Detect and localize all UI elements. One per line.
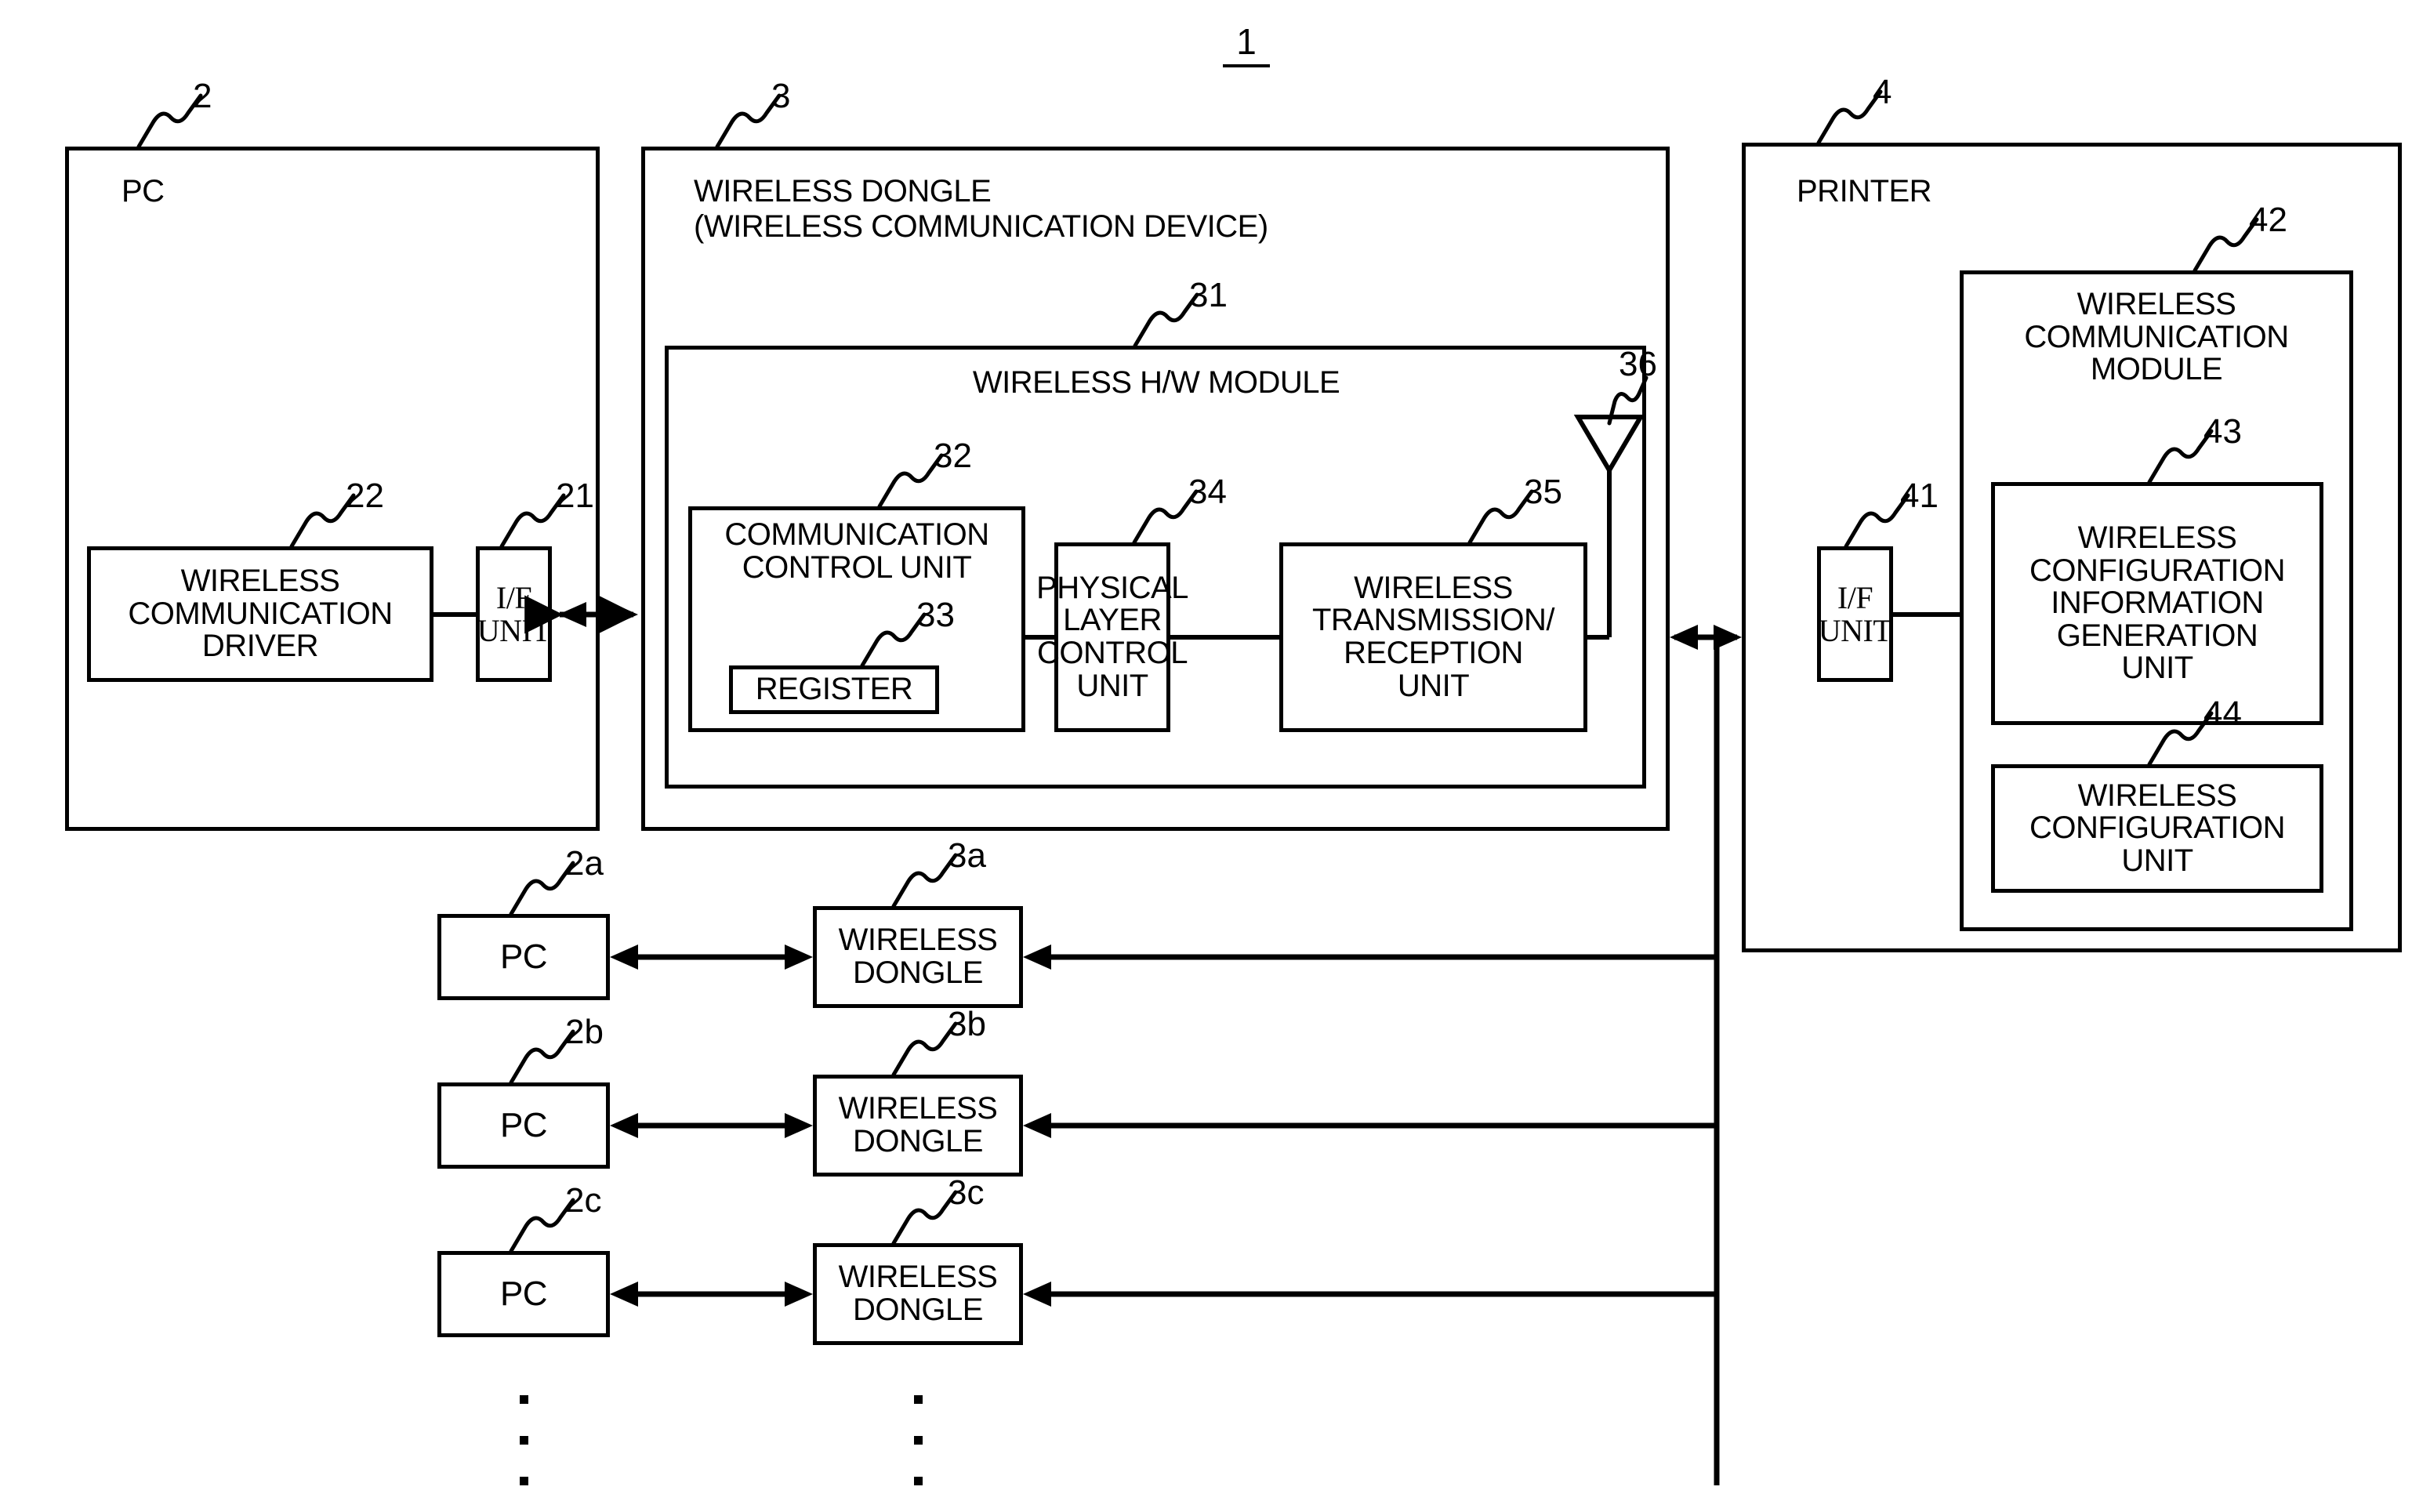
extra-pc-box-a: PC xyxy=(437,914,610,1000)
ref-numeral-3a: 3a xyxy=(948,836,986,875)
ref-numeral-31: 31 xyxy=(1189,276,1228,314)
wireless-configuration-unit-box: WIRELESS CONFIGURATION UNIT xyxy=(1991,764,2323,893)
ref-numeral-2a: 2a xyxy=(565,844,604,883)
ref-numeral-4: 4 xyxy=(1873,73,1892,111)
extra-dongle-box-a: WIRELESS DONGLE xyxy=(813,906,1023,1008)
extra-dongle-box-b: WIRELESS DONGLE xyxy=(813,1075,1023,1177)
extra-dongle-box-c: WIRELESS DONGLE xyxy=(813,1243,1023,1345)
extra-pc-label-c: PC xyxy=(499,1275,548,1314)
ref-numeral-3: 3 xyxy=(771,77,791,115)
wireless-communication-driver-box: WIRELESS COMMUNICATION DRIVER xyxy=(87,546,433,682)
extra-dongle-label-b: WIRELESS DONGLE xyxy=(838,1091,998,1158)
ref-numeral-3c: 3c xyxy=(948,1173,985,1212)
ref-numeral-22: 22 xyxy=(346,477,384,515)
wireless-configuration-information-generation-unit-box: WIRELESS CONFIGURATION INFORMATION GENER… xyxy=(1991,482,2323,725)
extra-pc-label-a: PC xyxy=(499,937,548,977)
extra-dongle-label-c: WIRELESS DONGLE xyxy=(838,1260,998,1327)
figure-number: 1 xyxy=(1223,24,1270,67)
wireless-communication-module-label: WIRELESS COMMUNICATION MODULE xyxy=(2024,287,2289,387)
ref-numeral-43: 43 xyxy=(2203,412,2242,451)
ref-numeral-41: 41 xyxy=(1900,477,1939,515)
ref-numeral-35: 35 xyxy=(1524,473,1562,511)
pc-box xyxy=(65,147,600,831)
ref-numeral-32: 32 xyxy=(934,437,972,475)
printer-if-unit-box: I/F UNIT xyxy=(1817,546,1893,682)
ref-numeral-2: 2 xyxy=(193,77,212,115)
ref-numeral-36: 36 xyxy=(1619,345,1657,383)
ref-numeral-2b: 2b xyxy=(565,1013,604,1051)
patent-figure: 1 PC WIRELESS DONGLE (WIRELESS COMMUNICA… xyxy=(0,0,2412,1512)
pc-column-ellipsis xyxy=(519,1395,528,1485)
ref-numeral-2c: 2c xyxy=(565,1181,602,1220)
extra-pc-box-c: PC xyxy=(437,1251,610,1337)
wireless-transmission-reception-unit-box: WIRELESS TRANSMISSION/ RECEPTION UNIT xyxy=(1279,542,1587,732)
communication-control-unit-label: COMMUNICATION CONTROL UNIT xyxy=(724,517,989,585)
register-box: REGISTER xyxy=(729,665,939,714)
wireless-transmission-reception-unit-label: WIRELESS TRANSMISSION/ RECEPTION UNIT xyxy=(1311,570,1555,703)
printer-if-unit-label: I/F UNIT xyxy=(1818,579,1892,648)
ref-numeral-21: 21 xyxy=(556,477,594,515)
wireless-dongle-title: WIRELESS DONGLE (WIRELESS COMMUNICATION … xyxy=(694,174,1268,244)
pc-if-unit-box: I/F UNIT xyxy=(476,546,552,682)
wireless-communication-driver-label: WIRELESS COMMUNICATION DRIVER xyxy=(128,564,393,664)
extra-dongle-label-a: WIRELESS DONGLE xyxy=(838,923,998,990)
extra-pc-label-b: PC xyxy=(499,1106,548,1145)
extra-pc-box-b: PC xyxy=(437,1082,610,1169)
ref-numeral-42: 42 xyxy=(2249,201,2287,239)
ref-numeral-33: 33 xyxy=(916,596,955,634)
wireless-configuration-unit-label: WIRELESS CONFIGURATION UNIT xyxy=(2029,778,2286,878)
wireless-hw-module-title: WIRELESS H/W MODULE xyxy=(972,365,1340,400)
dongle-column-ellipsis xyxy=(913,1395,923,1485)
wireless-configuration-information-generation-unit-label: WIRELESS CONFIGURATION INFORMATION GENER… xyxy=(2029,520,2286,686)
ref-numeral-34: 34 xyxy=(1188,473,1227,511)
ref-numeral-3b: 3b xyxy=(948,1005,986,1043)
pc-if-unit-label: I/F UNIT xyxy=(477,579,551,648)
ref-numeral-44: 44 xyxy=(2203,694,2242,733)
register-label: REGISTER xyxy=(755,672,913,707)
pc-title: PC xyxy=(122,174,165,208)
printer-title: PRINTER xyxy=(1797,174,1932,208)
physical-layer-control-unit-box: PHYSICAL LAYER CONTROL UNIT xyxy=(1036,542,1188,732)
physical-layer-control-unit-label: PHYSICAL LAYER CONTROL UNIT xyxy=(1036,570,1188,703)
